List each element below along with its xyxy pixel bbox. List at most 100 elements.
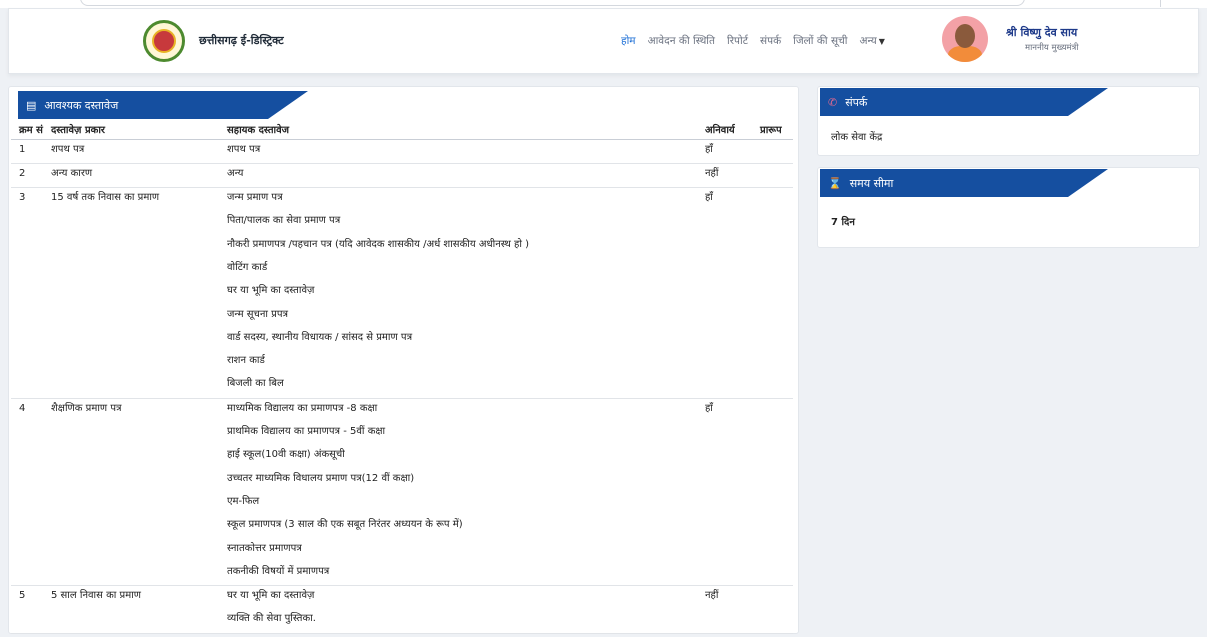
cell-doc-type-text: अन्य कारण (51, 167, 93, 179)
cell-supporting-docs: जन्म प्रमाण पत्र पिता/पालक का सेवा प्रमाण… (227, 187, 705, 399)
cell-serial: 3 (11, 187, 51, 399)
col-format: प्रारूप (760, 119, 793, 140)
top-right-box (1160, 0, 1207, 7)
documents-table: क्रम सं दस्तावेज़ प्रकार सहायक दस्तावेज … (11, 119, 793, 634)
cell-doc-type: 15 वर्ष तक निवास का प्रमाण (51, 187, 227, 399)
col-supporting-docs: सहायक दस्तावेज (227, 119, 705, 140)
table-row: 5 5 साल निवास का प्रमाण घर या भूमि का दस्त… (11, 585, 793, 634)
hourglass-icon: ⌛ (828, 176, 842, 190)
cell-serial-text: 1 (19, 143, 26, 155)
time-limit-value: 7 दिन (831, 217, 855, 228)
table-row: 1 शपथ पत्र शपथ पत्र हाँ (11, 139, 793, 164)
cell-format-text (760, 140, 793, 163)
nav-other-label: अन्य (859, 35, 877, 47)
documents-table-body: 1 शपथ पत्र शपथ पत्र हाँ 2 अन्य कारण अन्य नहीं 3 1… (11, 139, 793, 634)
cell-format-text (760, 164, 793, 187)
cell-doc-type-text: 5 साल निवास का प्रमाण (51, 590, 142, 602)
site-header: छत्तीसगढ़ ई-डिस्ट्रिक्ट होम आवेदन की स्थ… (8, 8, 1199, 74)
cell-format (760, 163, 793, 189)
supporting-doc-item: स्कूल प्रमाणपत्र (3 साल की एक सबूत निरंत… (227, 519, 463, 531)
cell-format (760, 187, 793, 399)
supporting-doc-item: स्नातकोत्तर प्रमाणपत्र (227, 542, 302, 554)
search-bar-remnant[interactable] (80, 0, 1025, 6)
cell-mandatory-text: हाँ (705, 402, 713, 414)
cell-serial: 5 (11, 585, 51, 634)
table-row: 2 अन्य कारण अन्य नहीं (11, 163, 793, 189)
cell-supporting-docs: शपथ पत्र (227, 139, 705, 164)
supporting-doc-item: वोटिंग कार्ड (227, 261, 268, 273)
cell-mandatory-text: हाँ (705, 143, 713, 155)
cell-doc-type-text: 15 वर्ष तक निवास का प्रमाण (51, 192, 160, 204)
supporting-doc-item: जन्म प्रमाण पत्र (227, 192, 283, 204)
cell-mandatory: हाँ (705, 139, 760, 164)
cell-mandatory: हाँ (705, 187, 760, 399)
supporting-doc-item: प्राथमिक विद्यालय का प्रमाणपत्र - 5वीं क… (227, 426, 386, 438)
cell-mandatory: हाँ (705, 398, 760, 587)
cell-format-text (760, 399, 793, 422)
document-icon: ▤ (26, 98, 37, 112)
table-header-row: क्रम सं दस्तावेज़ प्रकार सहायक दस्तावेज … (11, 119, 793, 140)
nav-district-list[interactable]: जिलों की सूची (793, 34, 847, 48)
nav-application-status[interactable]: आवेदन की स्थिति (648, 34, 715, 48)
col-doc-type: दस्तावेज़ प्रकार (51, 119, 227, 140)
cell-supporting-docs: माध्यमिक विद्यालय का प्रमाणपत्र -8 कक्षा… (227, 398, 705, 587)
cell-doc-type-text: शपथ पत्र (51, 143, 85, 155)
main-nav: होम आवेदन की स्थिति रिपोर्ट संपर्क जिलों… (621, 34, 885, 48)
state-emblem-icon[interactable] (143, 20, 185, 62)
nav-report[interactable]: रिपोर्ट (727, 34, 748, 48)
contact-card: ✆ संपर्क लोक सेवा केंद्र (817, 86, 1200, 156)
cell-mandatory-text: नहीं (705, 590, 719, 602)
col-mandatory: अनिवार्य (705, 119, 760, 140)
supporting-doc-item: व्यक्ति की सेवा पुस्तिका. (227, 613, 316, 625)
supporting-doc-item: शपथ पत्र (227, 143, 261, 155)
cell-mandatory-text: हाँ (705, 192, 713, 204)
nav-home[interactable]: होम (621, 34, 636, 48)
cell-doc-type-text: शैक्षणिक प्रमाण पत्र (51, 402, 122, 414)
nav-other-dropdown[interactable]: अन्य ▼ (859, 34, 884, 48)
time-limit-header: ⌛ समय सीमा (820, 169, 1108, 197)
documents-title: आवश्यक दस्तावेज (44, 98, 119, 112)
time-limit-card: ⌛ समय सीमा 7 दिन (817, 167, 1200, 248)
cell-serial-text: 2 (19, 167, 26, 179)
cell-doc-type: अन्य कारण (51, 163, 227, 189)
documents-header: ▤ आवश्यक दस्तावेज (18, 91, 308, 119)
documents-card: ▤ आवश्यक दस्तावेज क्रम सं दस्तावेज़ प्रक… (8, 86, 799, 634)
contact-title: संपर्क (845, 95, 868, 109)
cm-avatar (942, 16, 988, 62)
cell-supporting-docs: घर या भूमि का दस्तावेज़ व्यक्ति की सेवा प… (227, 585, 705, 634)
supporting-doc-item: हाई स्कूल(10वी कक्षा) अंकसूची (227, 449, 345, 461)
cell-serial-text: 4 (19, 402, 26, 414)
cm-title: माननीय मुख्यमंत्री (1025, 43, 1079, 53)
cell-format-text (760, 586, 793, 609)
cm-name: श्री विष्णु देव साय (1006, 26, 1078, 39)
supporting-doc-item: बिजली का बिल (227, 378, 284, 390)
contact-header: ✆ संपर्क (820, 88, 1108, 116)
cell-format-text (760, 188, 793, 211)
supporting-doc-item: एम-फिल (227, 495, 260, 507)
supporting-doc-item: माध्यमिक विद्यालय का प्रमाणपत्र -8 कक्षा (227, 402, 378, 414)
supporting-doc-item: घर या भूमि का दस्तावेज़ (227, 285, 315, 297)
nav-contact[interactable]: संपर्क (760, 34, 781, 48)
contact-text: लोक सेवा केंद्र (831, 132, 883, 143)
cell-doc-type: शपथ पत्र (51, 139, 227, 164)
table-row: 3 15 वर्ष तक निवास का प्रमाण जन्म प्रमाण प… (11, 187, 793, 399)
cell-serial: 2 (11, 163, 51, 189)
supporting-doc-item: राशन कार्ड (227, 355, 265, 367)
site-brand[interactable]: छत्तीसगढ़ ई-डिस्ट्रिक्ट (199, 33, 284, 48)
top-strip (0, 0, 1207, 8)
supporting-doc-item: नौकरी प्रमाणपत्र /पहचान पत्र (यदि आवेदक … (227, 238, 529, 250)
supporting-doc-item: तकनीकी विषयों में प्रमाणपत्र (227, 565, 330, 577)
table-row: 4 शैक्षणिक प्रमाण पत्र माध्यमिक विद्यालय क… (11, 398, 793, 587)
caret-down-icon: ▼ (878, 37, 885, 46)
cell-doc-type: 5 साल निवास का प्रमाण (51, 585, 227, 634)
supporting-doc-item: जन्म सूचना प्रपत्र (227, 308, 289, 320)
cell-format (760, 139, 793, 164)
phone-icon: ✆ (828, 95, 838, 109)
cell-mandatory: नहीं (705, 585, 760, 634)
cell-supporting-docs: अन्य (227, 163, 705, 189)
supporting-doc-item: पिता/पालक का सेवा प्रमाण पत्र (227, 215, 341, 227)
cell-serial: 4 (11, 398, 51, 587)
cell-mandatory-text: नहीं (705, 167, 719, 179)
cell-format (760, 398, 793, 587)
cell-doc-type: शैक्षणिक प्रमाण पत्र (51, 398, 227, 587)
